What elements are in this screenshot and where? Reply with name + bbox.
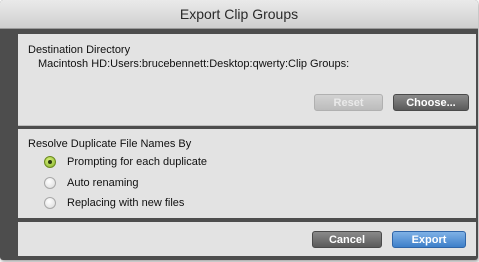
radio-option-replacing[interactable]: Replacing with new files	[44, 196, 184, 210]
destination-heading: Destination Directory	[28, 44, 131, 56]
destination-panel: Destination Directory Macintosh HD:Users…	[18, 34, 476, 126]
radio-label-auto-renaming: Auto renaming	[67, 177, 139, 189]
dialog-button-bar: Cancel Export	[18, 222, 476, 256]
dialog-title-bar: Export Clip Groups	[0, 0, 478, 29]
dialog-title: Export Clip Groups	[179, 6, 299, 22]
destination-path: Macintosh HD:Users:brucebennett:Desktop:…	[38, 58, 350, 70]
cancel-button[interactable]: Cancel	[312, 231, 382, 248]
radio-unselected-icon[interactable]	[44, 177, 56, 189]
resolve-heading: Resolve Duplicate File Names By	[28, 138, 192, 150]
radio-option-auto-renaming[interactable]: Auto renaming	[44, 176, 139, 190]
radio-option-prompting[interactable]: Prompting for each duplicate	[44, 155, 207, 169]
export-button[interactable]: Export	[392, 231, 466, 248]
radio-label-replacing: Replacing with new files	[67, 197, 185, 209]
radio-selected-icon[interactable]	[44, 156, 56, 168]
radio-unselected-icon[interactable]	[44, 197, 56, 209]
reset-button[interactable]: Reset	[314, 94, 383, 111]
export-clip-groups-dialog: Export Clip Groups Destination Directory…	[0, 0, 478, 260]
choose-button[interactable]: Choose...	[393, 94, 469, 111]
resolve-duplicates-panel: Resolve Duplicate File Names By Promptin…	[18, 129, 476, 218]
radio-label-prompting: Prompting for each duplicate	[67, 156, 208, 168]
